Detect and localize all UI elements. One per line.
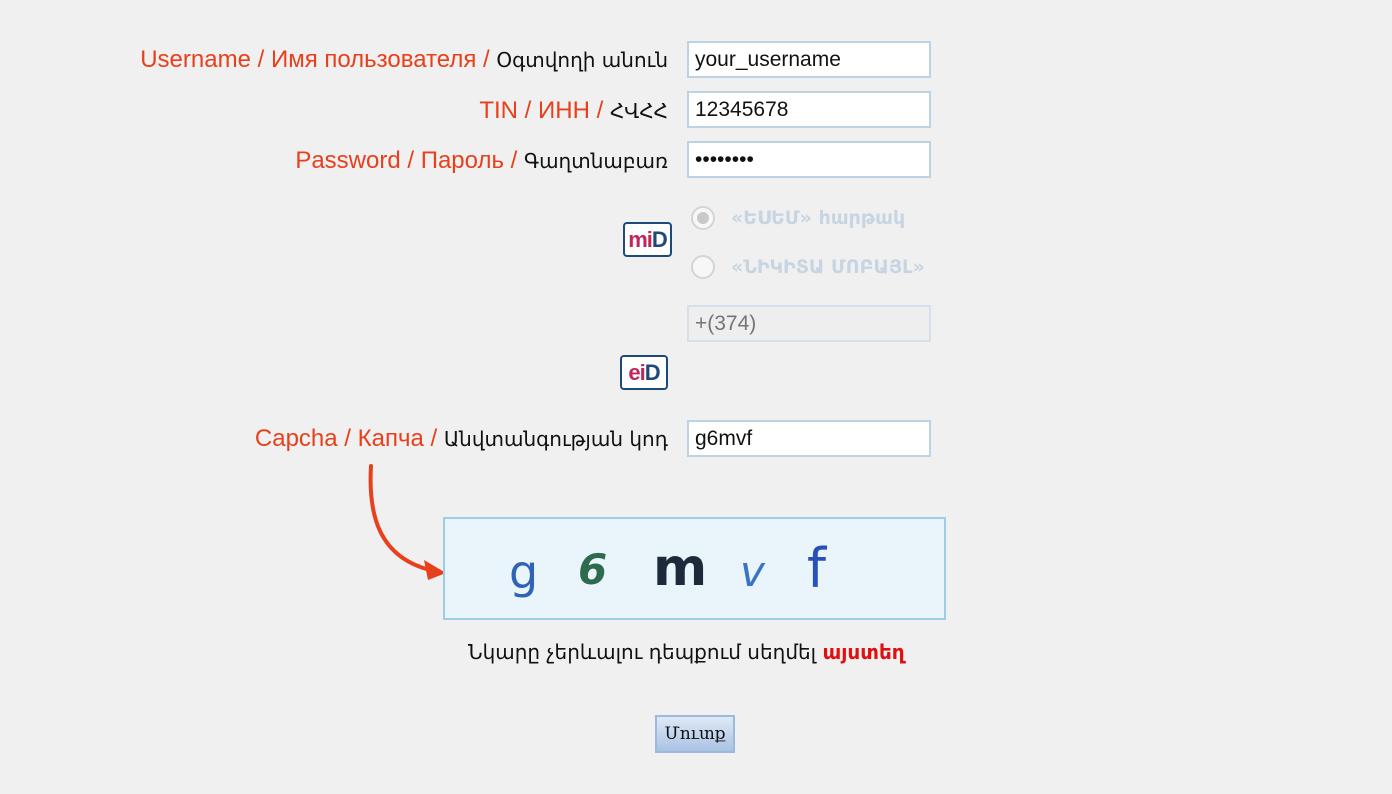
radio-selected-icon[interactable] — [691, 206, 715, 230]
captcha-input[interactable] — [687, 420, 931, 457]
eid-logo-icon[interactable]: ei D — [620, 355, 668, 390]
captcha-label: Capcha / Капча / Անվտանգության կոդ — [254, 425, 668, 452]
password-label: Password / Пароль / Գաղտնաբառ — [295, 147, 668, 174]
phone-input[interactable] — [687, 305, 931, 342]
mid-logo-icon: mi D — [623, 222, 672, 257]
radio-unselected-icon[interactable] — [691, 255, 715, 279]
captcha-char: v — [740, 547, 765, 596]
login-button[interactable]: Մուտք — [655, 715, 735, 753]
mid-option-esem[interactable]: «ԵՍԵՄ» հարթակ — [691, 204, 905, 232]
captcha-refresh-line: Նկարը չերևալու դեպքում սեղմել այստեղ — [468, 640, 905, 664]
mid-option-nikita-mobile[interactable]: «ՆԻԿԻՏԱ ՄՈԲԱՅԼ» — [691, 253, 925, 281]
tin-label: TIN / ИНН / ՀՎՀՀ — [479, 97, 668, 124]
captcha-char: 6 — [578, 545, 608, 594]
tin-input[interactable] — [687, 91, 931, 128]
captcha-char: m — [653, 538, 708, 598]
captcha-char: f — [807, 537, 827, 600]
password-input[interactable] — [687, 141, 931, 178]
username-label: Username / Имя пользователя / Օգտվողի ան… — [140, 46, 668, 73]
captcha-image: g 6 m v f — [443, 517, 946, 620]
username-input[interactable] — [687, 41, 931, 78]
captcha-char: g — [509, 545, 539, 599]
captcha-refresh-link[interactable]: այստեղ — [822, 640, 904, 664]
